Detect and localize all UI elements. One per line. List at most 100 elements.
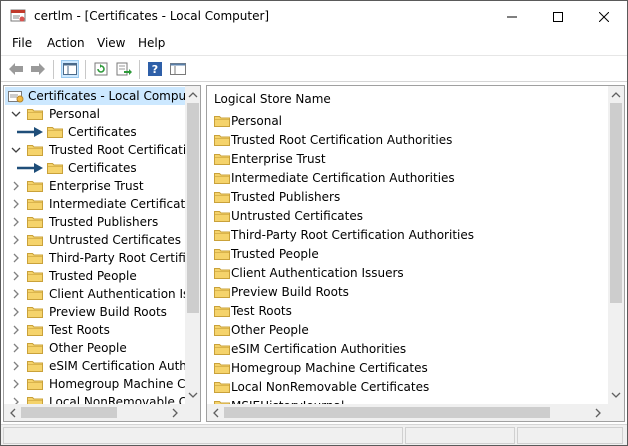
tree-item[interactable]: Certificates bbox=[5, 159, 186, 177]
folder-icon bbox=[27, 343, 43, 354]
chevron-right-icon[interactable] bbox=[11, 361, 21, 371]
maximize-button[interactable] bbox=[535, 1, 581, 32]
results-pane: Logical Store Name Personal Trusted Root … bbox=[206, 85, 625, 422]
chevron-right-icon[interactable] bbox=[11, 271, 21, 281]
tree-item-label: Trusted Publishers bbox=[49, 215, 159, 229]
tree-horizontal-scrollbar[interactable] bbox=[4, 404, 185, 421]
folder-icon bbox=[214, 173, 230, 184]
list-horizontal-thumb[interactable] bbox=[224, 407, 550, 418]
chevron-right-icon[interactable] bbox=[11, 181, 21, 191]
folder-icon bbox=[214, 268, 230, 279]
list-horizontal-scrollbar[interactable] bbox=[207, 404, 608, 421]
list-item-label: Test Roots bbox=[231, 304, 292, 318]
list-item[interactable]: Third-Party Root Certification Authoriti… bbox=[211, 226, 606, 244]
column-header-logical-store-name[interactable]: Logical Store Name bbox=[214, 92, 331, 106]
list-item[interactable]: Preview Build Roots bbox=[211, 283, 606, 301]
chevron-right-icon[interactable] bbox=[11, 343, 21, 353]
list-item[interactable]: Test Roots bbox=[211, 302, 606, 320]
tree-item[interactable]: Enterprise Trust bbox=[5, 177, 186, 195]
tree-item[interactable]: Certificates bbox=[5, 123, 186, 141]
menu-file[interactable]: File bbox=[12, 36, 32, 50]
list-item[interactable]: Enterprise Trust bbox=[211, 150, 606, 168]
list-item-label: Intermediate Certification Authorities bbox=[231, 171, 455, 185]
chevron-down-icon[interactable] bbox=[11, 109, 21, 119]
folder-icon bbox=[214, 154, 230, 165]
list-item[interactable]: Intermediate Certification Authorities bbox=[211, 169, 606, 187]
tree-item[interactable]: Third-Party Root Certificat bbox=[5, 249, 200, 267]
tree-item-label: Untrusted Certificates bbox=[49, 233, 181, 247]
list-item[interactable]: Trusted Publishers bbox=[211, 188, 606, 206]
export-list-button[interactable] bbox=[115, 60, 133, 78]
menu-view[interactable]: View bbox=[97, 36, 125, 50]
list-item-label: Trusted Publishers bbox=[231, 190, 341, 204]
folder-icon bbox=[27, 253, 43, 264]
status-cell-main bbox=[3, 427, 403, 444]
list-item[interactable]: Personal bbox=[211, 112, 606, 130]
export-list-icon bbox=[116, 62, 132, 76]
folder-icon bbox=[27, 307, 43, 318]
tree-item-label: Intermediate Certification bbox=[49, 197, 201, 211]
chevron-right-icon[interactable] bbox=[11, 379, 21, 389]
tree-item-label: Enterprise Trust bbox=[49, 179, 144, 193]
tree-item[interactable]: Preview Build Roots bbox=[5, 303, 186, 321]
tree-vertical-thumb[interactable] bbox=[187, 103, 199, 313]
list-item-label: Local NonRemovable Certificates bbox=[231, 380, 430, 394]
list-item[interactable]: Trusted Root Certification Authorities bbox=[211, 131, 606, 149]
back-button[interactable] bbox=[7, 60, 25, 78]
menu-help[interactable]: Help bbox=[138, 36, 165, 50]
list-item[interactable]: Client Authentication Issuers bbox=[211, 264, 606, 282]
tree-vertical-scrollbar[interactable] bbox=[185, 86, 200, 404]
properties-button[interactable] bbox=[169, 60, 187, 78]
chevron-right-icon[interactable] bbox=[11, 217, 21, 227]
forward-button[interactable] bbox=[29, 60, 47, 78]
chevron-down-icon[interactable] bbox=[11, 145, 21, 155]
chevron-right-icon[interactable] bbox=[11, 289, 21, 299]
tree-item[interactable]: Other People bbox=[5, 339, 186, 357]
tree-item[interactable]: Trusted Publishers bbox=[5, 213, 186, 231]
folder-icon bbox=[214, 382, 230, 393]
chevron-right-icon[interactable] bbox=[11, 235, 21, 245]
tree-root[interactable]: Certificates - Local Computer bbox=[5, 87, 200, 105]
tree-item[interactable]: Personal bbox=[5, 105, 186, 123]
close-button[interactable] bbox=[581, 1, 627, 32]
tree-item[interactable]: Client Authentication Issu bbox=[5, 285, 200, 303]
list-item-label: Trusted Root Certification Authorities bbox=[231, 133, 453, 147]
list-item[interactable]: Trusted People bbox=[211, 245, 606, 263]
list-item[interactable]: Untrusted Certificates bbox=[211, 207, 606, 225]
tree-item[interactable]: Test Roots bbox=[5, 321, 186, 339]
list-item-label: Trusted People bbox=[231, 247, 319, 261]
menu-action[interactable]: Action bbox=[47, 36, 85, 50]
chevron-right-icon[interactable] bbox=[11, 199, 21, 209]
tree-root-label: Certificates - Local Computer bbox=[28, 89, 201, 103]
list-vertical-thumb[interactable] bbox=[610, 103, 622, 303]
refresh-icon bbox=[94, 62, 108, 76]
tree-item[interactable]: Trusted Root Certification bbox=[5, 141, 200, 159]
scroll-down-icon bbox=[611, 392, 621, 398]
toolbar: ? bbox=[1, 55, 627, 82]
show-tree-button[interactable] bbox=[61, 60, 79, 78]
list-item[interactable]: Other People bbox=[211, 321, 606, 339]
chevron-right-icon[interactable] bbox=[11, 325, 21, 335]
tree-horizontal-thumb[interactable] bbox=[21, 407, 117, 418]
minimize-button[interactable] bbox=[489, 1, 535, 32]
refresh-button[interactable] bbox=[92, 60, 110, 78]
chevron-right-icon[interactable] bbox=[11, 253, 21, 263]
list-vertical-scrollbar[interactable] bbox=[608, 86, 624, 404]
list-item[interactable]: Homegroup Machine Certificates bbox=[211, 359, 606, 377]
help-button[interactable]: ? bbox=[146, 60, 164, 78]
tree-item-label: Certificates bbox=[68, 125, 137, 139]
tree-item[interactable]: Trusted People bbox=[5, 267, 186, 285]
show-tree-icon bbox=[63, 63, 77, 75]
tree-item[interactable]: Homegroup Machine Cer bbox=[5, 375, 198, 393]
tree-item[interactable]: eSIM Certification Authori bbox=[5, 357, 200, 375]
chevron-right-icon[interactable] bbox=[11, 307, 21, 317]
list-item-label: Enterprise Trust bbox=[231, 152, 326, 166]
list-item[interactable]: Local NonRemovable Certificates bbox=[211, 378, 606, 396]
tree-item[interactable]: Untrusted Certificates bbox=[5, 231, 186, 249]
list-item[interactable]: eSIM Certification Authorities bbox=[211, 340, 606, 358]
list-item-label: Untrusted Certificates bbox=[231, 209, 363, 223]
tree-item-label: Trusted People bbox=[49, 269, 137, 283]
tree-item-label: Third-Party Root Certificat bbox=[49, 251, 201, 265]
tree-item[interactable]: Intermediate Certification bbox=[5, 195, 200, 213]
folder-icon bbox=[47, 163, 63, 174]
